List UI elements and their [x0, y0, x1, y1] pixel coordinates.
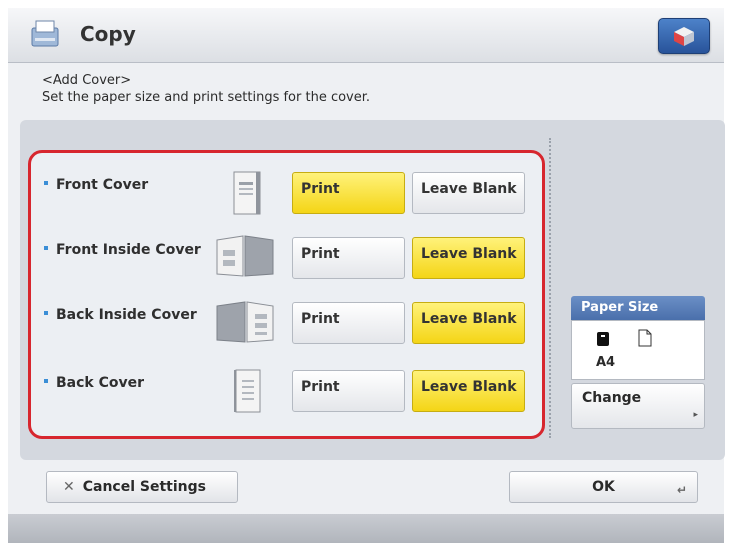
portrait-paper-icon: [638, 329, 652, 347]
front-cover-print-button[interactable]: Print: [292, 172, 405, 214]
row-label-text: Back Cover: [56, 375, 145, 391]
title-bar: Copy: [8, 8, 724, 63]
back-cover-print-button[interactable]: Print: [292, 370, 405, 412]
panel-divider: [549, 138, 551, 438]
paper-size-header: Paper Size: [571, 296, 705, 320]
row-label-text: Front Inside Cover: [56, 242, 201, 258]
bullet-icon: [44, 379, 48, 383]
back-inside-cover-leave-blank-button[interactable]: Leave Blank: [412, 302, 525, 344]
change-paper-size-button[interactable]: Change ▸: [571, 383, 705, 429]
ok-label: OK: [592, 479, 615, 495]
ok-button[interactable]: OK ↵: [509, 471, 698, 503]
bullet-icon: [44, 181, 48, 185]
front-inside-cover-leave-blank-button[interactable]: Leave Blank: [412, 237, 525, 279]
front-cover-leave-blank-button[interactable]: Leave Blank: [412, 172, 525, 214]
paper-drawer-icon: [597, 332, 609, 346]
copy-icon: [31, 20, 59, 47]
back-cover-icon: [234, 369, 261, 413]
status-bar: [8, 514, 724, 543]
counter-check-button[interactable]: [658, 18, 710, 54]
paper-size-display: A4: [571, 320, 705, 380]
front-cover-icon: [233, 171, 261, 215]
row-label-front-inside-cover: Front Inside Cover: [44, 242, 201, 258]
row-label-text: Back Inside Cover: [56, 307, 197, 323]
cancel-settings-button[interactable]: ✕ Cancel Settings: [46, 471, 238, 503]
cancel-settings-label: Cancel Settings: [82, 479, 206, 495]
bullet-icon: [44, 311, 48, 315]
change-label: Change: [582, 390, 642, 406]
row-label-back-inside-cover: Back Inside Cover: [44, 307, 197, 323]
cube-icon: [674, 27, 694, 46]
front-inside-cover-print-button[interactable]: Print: [292, 237, 405, 279]
screen-heading-title: <Add Cover>: [42, 73, 132, 88]
chevron-right-icon: ▸: [693, 410, 698, 420]
close-icon: ✕: [63, 479, 75, 495]
paper-size-value: A4: [596, 355, 616, 370]
row-label-text: Front Cover: [56, 177, 149, 193]
back-inside-cover-print-button[interactable]: Print: [292, 302, 405, 344]
screen-heading: <Add Cover> Set the paper size and print…: [42, 72, 370, 106]
back-cover-leave-blank-button[interactable]: Leave Blank: [412, 370, 525, 412]
row-label-back-cover: Back Cover: [44, 375, 144, 391]
screen-heading-instruction: Set the paper size and print settings fo…: [42, 90, 371, 105]
bullet-icon: [44, 246, 48, 250]
enter-icon: ↵: [676, 483, 687, 497]
app-title: Copy: [80, 22, 136, 46]
front-inside-cover-icon: [216, 235, 274, 277]
back-inside-cover-icon: [216, 301, 274, 343]
row-label-front-cover: Front Cover: [44, 177, 148, 193]
